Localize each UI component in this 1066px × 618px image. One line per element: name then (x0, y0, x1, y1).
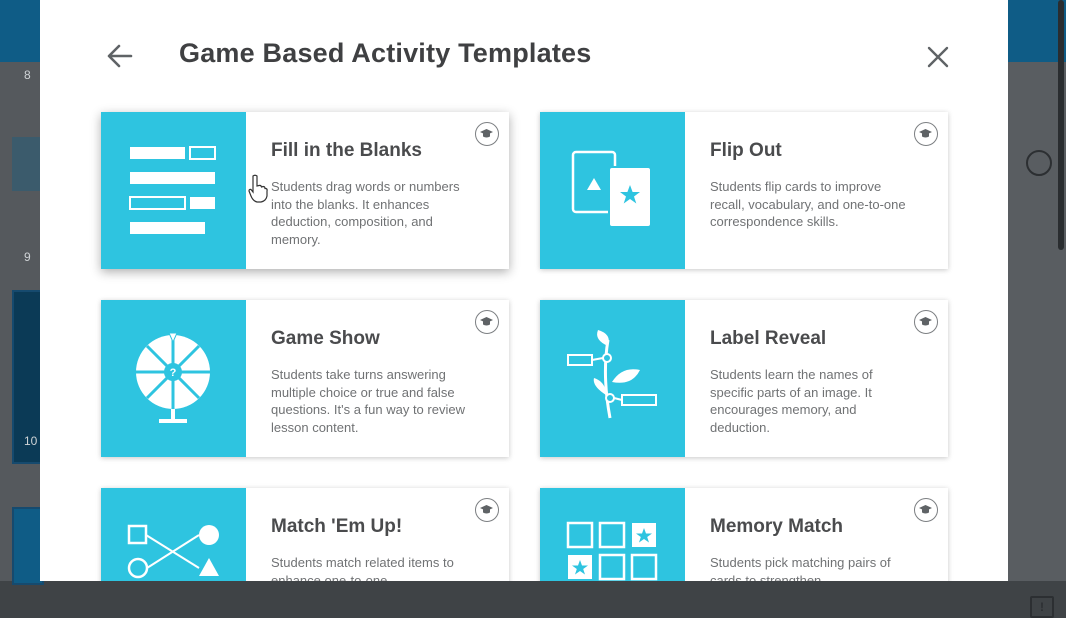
modal-title: Game Based Activity Templates (179, 38, 592, 68)
template-description: Students pick matching pairs of cards to… (710, 555, 891, 581)
info-badge[interactable] (475, 122, 499, 146)
template-card-game-show[interactable]: ? Game Show Students take turns answerin… (101, 300, 509, 457)
template-card-flip-out[interactable]: Flip Out Students flip cards to improve … (540, 112, 948, 269)
memory-grid-icon (566, 521, 658, 581)
slide-number: 8 (24, 68, 31, 82)
info-badge[interactable] (914, 310, 938, 334)
graduation-cap-icon (480, 317, 493, 326)
template-title: Match 'Em Up! (271, 516, 403, 537)
close-icon (927, 46, 949, 68)
info-badge[interactable] (914, 498, 938, 522)
background-slide-panel: 8 9 10 (0, 62, 44, 585)
info-badge[interactable] (475, 498, 499, 522)
template-title: Flip Out (710, 140, 782, 161)
template-description: Students drag words or numbers into the … (271, 179, 460, 247)
fill-blanks-icon (129, 146, 216, 234)
template-thumbnail (101, 488, 246, 581)
graduation-cap-icon (480, 505, 493, 514)
graduation-cap-icon (919, 129, 932, 138)
graduation-cap-icon (919, 505, 932, 514)
background-scrollbar (1058, 0, 1064, 250)
flip-cards-icon (571, 150, 652, 228)
close-button[interactable] (922, 38, 954, 74)
slide-number: 9 (24, 250, 31, 264)
pointer-cursor-icon (248, 174, 268, 203)
modal-header: Game Based Activity Templates (40, 0, 1008, 100)
feedback-icon: ! (1030, 596, 1054, 618)
template-thumbnail: ? (101, 300, 246, 457)
graduation-cap-icon (480, 129, 493, 138)
template-card-match-em-up[interactable]: Match 'Em Up! Students match related ite… (101, 488, 509, 581)
template-title: Label Reveal (710, 328, 827, 349)
template-title: Fill in the Blanks (271, 140, 422, 161)
info-badge[interactable] (914, 122, 938, 146)
template-description: Students learn the names of specific par… (710, 367, 873, 435)
template-description: Students flip cards to improve recall, v… (710, 179, 906, 229)
slide-number: 10 (24, 434, 38, 448)
graduation-cap-icon (919, 317, 932, 326)
template-thumbnail (540, 112, 685, 269)
arrow-left-icon (107, 44, 133, 68)
labeled-plant-icon (567, 330, 657, 419)
template-thumbnail (540, 300, 685, 457)
template-card-label-reveal[interactable]: Label Reveal Students learn the names of… (540, 300, 948, 457)
svg-text:?: ? (170, 367, 177, 379)
template-thumbnail (540, 488, 685, 581)
template-description: Students take turns answering multiple c… (271, 367, 465, 435)
activity-templates-modal: Game Based Activity Templates Fill in th… (40, 0, 1008, 581)
info-badge[interactable] (475, 310, 499, 334)
back-button[interactable] (102, 38, 138, 74)
template-description: Students match related items to enhance … (271, 555, 454, 581)
prize-wheel-icon: ? (136, 332, 210, 423)
template-card-memory-match[interactable]: Memory Match Students pick matching pair… (540, 488, 948, 581)
template-title: Memory Match (710, 516, 844, 537)
template-card-fill-in-the-blanks[interactable]: Fill in the Blanks Students drag words o… (101, 112, 509, 269)
template-thumbnail (101, 112, 246, 269)
match-shapes-icon (127, 524, 219, 579)
voice-icon (1026, 150, 1052, 176)
template-title: Game Show (271, 328, 380, 349)
